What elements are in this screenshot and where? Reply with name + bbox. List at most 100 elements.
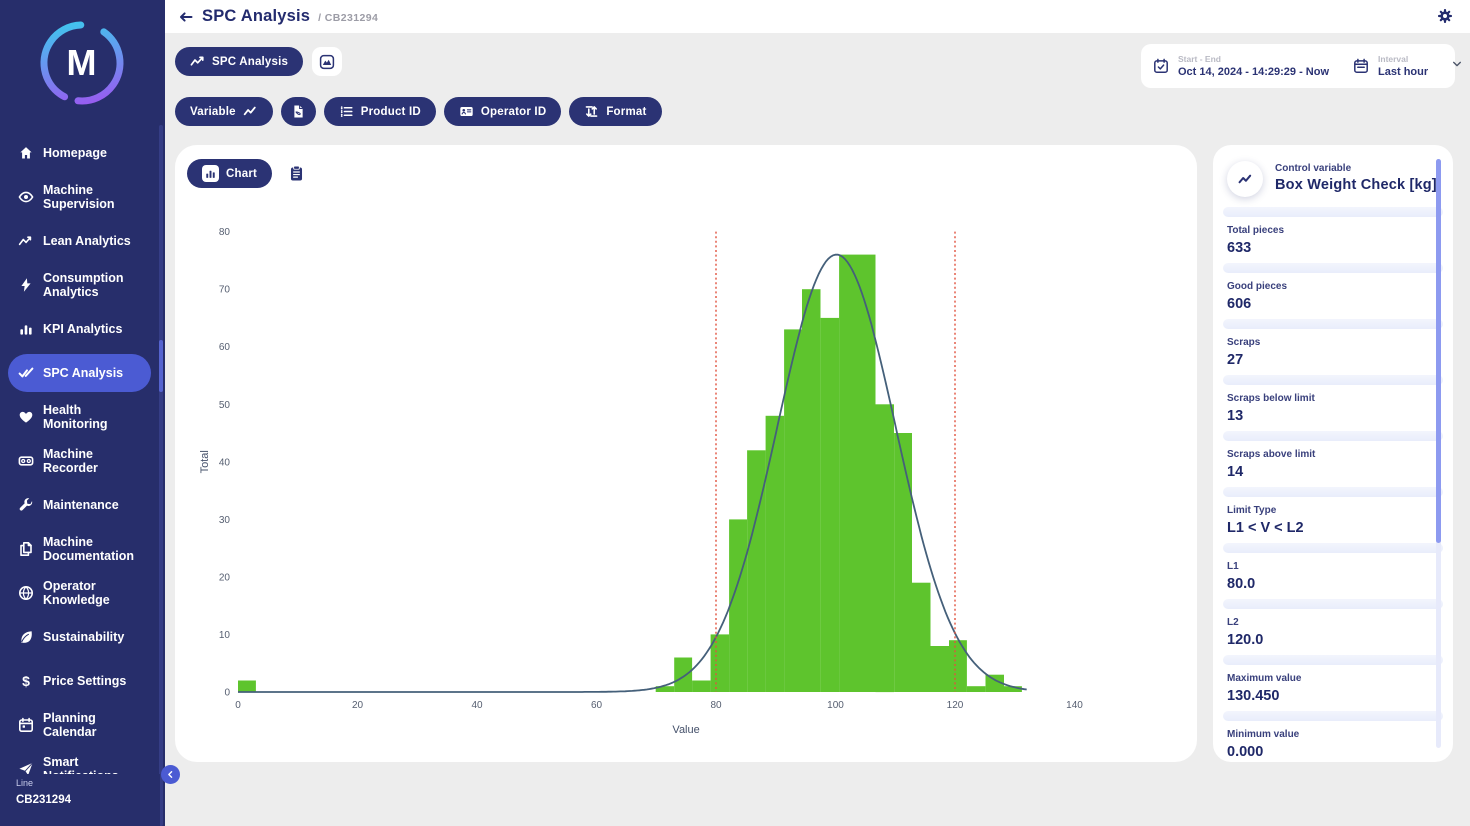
x-axis-ticks: 020406080100120140 bbox=[235, 700, 1083, 711]
check-double-icon bbox=[17, 365, 34, 382]
table-view-button[interactable] bbox=[287, 165, 305, 183]
stat-label: Good pieces bbox=[1227, 281, 1453, 292]
bar-chart-icon bbox=[17, 321, 34, 338]
stat-label: L2 bbox=[1227, 617, 1453, 628]
control-variable-trend-icon bbox=[1227, 161, 1263, 197]
sidebar-item-health-monitoring[interactable]: Health Monitoring bbox=[0, 395, 165, 439]
clipboard-icon bbox=[288, 165, 305, 182]
svg-text:140: 140 bbox=[1066, 700, 1083, 711]
stat-label: Scraps below limit bbox=[1227, 393, 1453, 404]
trend-icon bbox=[243, 104, 258, 119]
settings-button[interactable] bbox=[1436, 8, 1454, 26]
home-icon bbox=[17, 145, 34, 162]
chart-tab-button[interactable]: Chart bbox=[187, 159, 272, 188]
sidebar-item-planning-calendar[interactable]: Planning Calendar bbox=[0, 703, 165, 747]
arrow-left-icon bbox=[178, 9, 194, 25]
chevron-down-icon bbox=[1451, 57, 1463, 75]
sidebar-item-label: Operator Knowledge bbox=[43, 579, 147, 607]
wrench-icon bbox=[17, 497, 34, 514]
stat-value: 120.0 bbox=[1227, 632, 1453, 648]
svg-text:40: 40 bbox=[471, 700, 483, 711]
recorder-icon bbox=[17, 453, 34, 470]
sidebar-item-operator-knowledge[interactable]: Operator Knowledge bbox=[0, 571, 165, 615]
stat-value: 0.000 bbox=[1227, 744, 1453, 760]
stat-label: Scraps above limit bbox=[1227, 449, 1453, 460]
chart-card: Chart 0204060801001201400102030405060708… bbox=[175, 145, 1197, 762]
panel-scrollbar[interactable] bbox=[1436, 159, 1441, 748]
y-axis-label: Total bbox=[199, 450, 211, 473]
stat-divider bbox=[1223, 207, 1443, 217]
product-id-filter-label: Product ID bbox=[361, 106, 421, 118]
dollar-icon: $ bbox=[17, 673, 34, 690]
sidebar-item-machine-documentation[interactable]: Machine Documentation bbox=[0, 527, 165, 571]
svg-text:120: 120 bbox=[947, 700, 964, 711]
sidebar-item-label: Machine Supervision bbox=[43, 183, 147, 211]
back-button[interactable] bbox=[178, 7, 198, 27]
sidebar-item-maintenance[interactable]: Maintenance bbox=[0, 483, 165, 527]
calendar-icon bbox=[1353, 58, 1369, 74]
stat-divider bbox=[1223, 319, 1443, 329]
variable-filter-button[interactable]: Variable bbox=[175, 97, 273, 126]
top-bar: SPC Analysis / CB231294 bbox=[165, 0, 1470, 33]
id-card-icon bbox=[459, 104, 474, 119]
stat-label: Limit Type bbox=[1227, 505, 1453, 516]
tab-spc-analysis[interactable]: SPC Analysis bbox=[175, 47, 303, 76]
interval-picker[interactable]: Interval Last hour bbox=[1341, 44, 1470, 88]
stat-row-l1: L180.0 bbox=[1213, 553, 1453, 599]
pdf-export-button[interactable] bbox=[281, 97, 316, 126]
svg-text:50: 50 bbox=[219, 400, 231, 411]
interval-label: Interval bbox=[1378, 54, 1428, 64]
sidebar-item-label: Price Settings bbox=[43, 674, 126, 688]
svg-text:70: 70 bbox=[219, 285, 231, 296]
svg-text:40: 40 bbox=[219, 457, 231, 468]
operator-id-filter-button[interactable]: Operator ID bbox=[444, 97, 561, 126]
sidebar-item-homepage[interactable]: Homepage bbox=[0, 131, 165, 175]
date-range-card: Start - End Oct 14, 2024 - 14:29:29 - No… bbox=[1141, 44, 1455, 88]
stat-row-maximum-value: Maximum value130.450 bbox=[1213, 665, 1453, 711]
line-value: CB231294 bbox=[16, 794, 160, 806]
format-filter-button[interactable]: Format bbox=[569, 97, 661, 126]
start-end-picker[interactable]: Start - End Oct 14, 2024 - 14:29:29 - No… bbox=[1141, 44, 1341, 88]
sidebar-item-sustainability[interactable]: Sustainability bbox=[0, 615, 165, 659]
sidebar-item-price-settings[interactable]: $ Price Settings bbox=[0, 659, 165, 703]
area-chart-view-button[interactable] bbox=[312, 47, 342, 76]
svg-text:80: 80 bbox=[710, 700, 722, 711]
svg-text:0: 0 bbox=[235, 700, 241, 711]
sidebar-item-label: Health Monitoring bbox=[43, 403, 147, 431]
sidebar-item-kpi-analytics[interactable]: KPI Analytics bbox=[0, 307, 165, 351]
content: SPC Analysis Start - End Oct 14 bbox=[165, 33, 1470, 826]
sidebar-item-machine-recorder[interactable]: Machine Recorder bbox=[0, 439, 165, 483]
sidebar-item-consumption-analytics[interactable]: Consumption Analytics bbox=[0, 263, 165, 307]
stat-divider bbox=[1223, 711, 1443, 721]
chart-tab-label: Chart bbox=[226, 168, 257, 180]
trend-icon bbox=[17, 233, 34, 250]
sidebar-item-machine-supervision[interactable]: Machine Supervision bbox=[0, 175, 165, 219]
svg-text:0: 0 bbox=[224, 688, 230, 699]
sidebar-item-lean-analytics[interactable]: Lean Analytics bbox=[0, 219, 165, 263]
sidebar-scrollbar[interactable] bbox=[159, 125, 163, 826]
product-id-filter-button[interactable]: Product ID bbox=[324, 97, 436, 126]
stat-divider bbox=[1223, 543, 1443, 553]
panel-scrollbar-thumb[interactable] bbox=[1436, 159, 1441, 543]
sidebar-item-label: Homepage bbox=[43, 146, 107, 160]
stat-row-good-pieces: Good pieces606 bbox=[1213, 273, 1453, 319]
app-logo[interactable]: M bbox=[37, 18, 127, 108]
list-icon bbox=[339, 104, 354, 119]
sidebar-item-spc-analysis[interactable]: SPC Analysis bbox=[8, 354, 151, 392]
variable-filter-label: Variable bbox=[190, 106, 236, 118]
start-end-label: Start - End bbox=[1178, 54, 1329, 64]
filter-row: Variable Product ID bbox=[175, 97, 662, 126]
sidebar-scrollbar-thumb[interactable] bbox=[159, 340, 163, 392]
sidebar-collapse-button[interactable] bbox=[161, 765, 180, 784]
logo-letter: M bbox=[67, 42, 98, 84]
stat-value: 27 bbox=[1227, 352, 1453, 368]
stat-label: L1 bbox=[1227, 561, 1453, 572]
stat-divider bbox=[1223, 655, 1443, 665]
spc-histogram-chart: 02040608010012014001020304050607080Value… bbox=[175, 205, 1197, 750]
control-variable-label: Control variable bbox=[1275, 163, 1437, 174]
stat-divider bbox=[1223, 375, 1443, 385]
sidebar-footer: Line CB231294 bbox=[0, 774, 160, 826]
interval-value: Last hour bbox=[1378, 66, 1428, 78]
lightning-icon bbox=[17, 277, 34, 294]
stat-value: L1 < V < L2 bbox=[1227, 520, 1453, 536]
